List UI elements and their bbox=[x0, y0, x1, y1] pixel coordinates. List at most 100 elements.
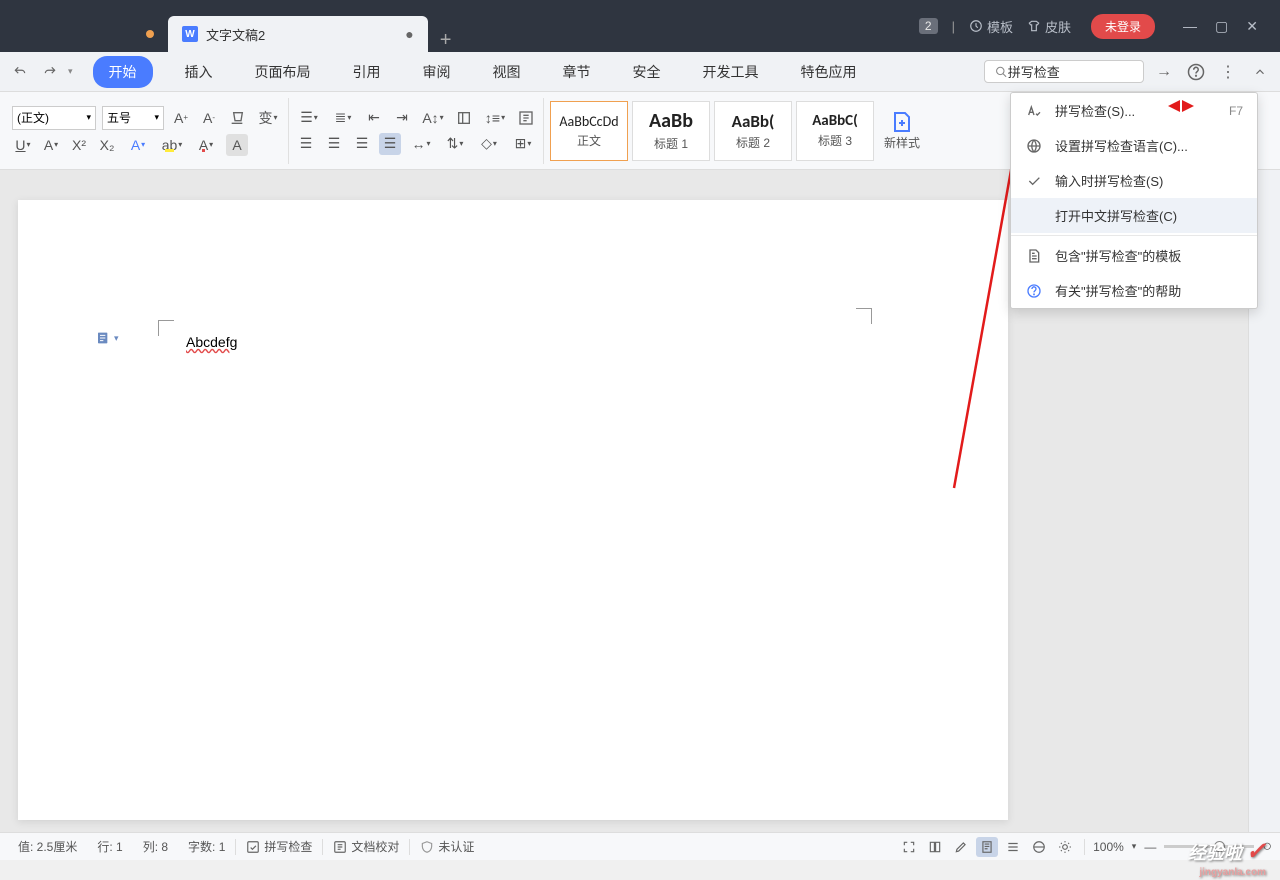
watermark: 经验啦 ✓ jingyanla.com bbox=[1188, 837, 1266, 866]
menu-tab-security[interactable]: 安全 bbox=[623, 56, 671, 88]
style-heading2[interactable]: AaBb( 标题 2 bbox=[714, 101, 792, 161]
tab-close-icon[interactable]: ● bbox=[405, 26, 413, 42]
close-window-icon[interactable]: ✕ bbox=[1246, 18, 1258, 35]
doc-control-icon[interactable]: ▾ bbox=[96, 330, 119, 346]
superscript-icon[interactable]: X² bbox=[68, 134, 90, 156]
status-row[interactable]: 行: 1 bbox=[87, 838, 132, 855]
dd-help[interactable]: 有关"拼写检查"的帮助 bbox=[1011, 273, 1257, 308]
subscript-icon[interactable]: X₂ bbox=[96, 134, 118, 156]
spellcheck-icon bbox=[1025, 103, 1043, 119]
search-box[interactable] bbox=[984, 60, 1144, 83]
web-view-icon[interactable] bbox=[1028, 837, 1050, 857]
status-spellcheck[interactable]: 拼写检查 bbox=[236, 838, 322, 855]
numbering-icon[interactable]: ≣▾ bbox=[329, 107, 357, 129]
zoom-percent[interactable]: 100% bbox=[1093, 840, 1124, 854]
grow-font-icon[interactable]: A+ bbox=[170, 107, 192, 129]
shading-icon[interactable]: ◇▾ bbox=[475, 133, 503, 155]
dd-set-language[interactable]: 设置拼写检查语言(C)... bbox=[1011, 128, 1257, 163]
menu-tab-developer[interactable]: 开发工具 bbox=[693, 56, 769, 88]
align-right-icon[interactable]: ☰ bbox=[351, 133, 373, 155]
status-position[interactable]: 值: 2.5厘米 bbox=[8, 838, 87, 855]
shrink-font-icon[interactable]: A- bbox=[198, 107, 220, 129]
status-chars[interactable]: 字数: 1 bbox=[178, 838, 235, 855]
menu-tab-references[interactable]: 引用 bbox=[343, 56, 391, 88]
notification-badge[interactable]: 2 bbox=[919, 18, 938, 34]
strikethrough-icon[interactable]: A▾ bbox=[40, 134, 62, 156]
arrow-heads-icon bbox=[1166, 100, 1194, 112]
phonetic-guide-icon[interactable]: 变▾ bbox=[254, 107, 282, 129]
outline-view-icon[interactable] bbox=[1002, 837, 1024, 857]
align-justify-icon[interactable]: ☰ bbox=[379, 133, 401, 155]
borders-icon[interactable]: ⊞▾ bbox=[509, 133, 537, 155]
document-text[interactable]: Abcdefg bbox=[186, 334, 237, 351]
underline-icon[interactable]: U▾ bbox=[12, 134, 34, 156]
menu-right: → ⋮ bbox=[984, 60, 1272, 84]
menu-tab-section[interactable]: 章节 bbox=[553, 56, 601, 88]
menu-tab-review[interactable]: 审阅 bbox=[413, 56, 461, 88]
quick-access: ▾ bbox=[8, 60, 73, 84]
edit-view-icon[interactable] bbox=[950, 837, 972, 857]
fullscreen-icon[interactable] bbox=[898, 837, 920, 857]
tab-document[interactable]: W 文字文稿2 ● bbox=[168, 16, 428, 52]
template-link[interactable]: 模板 bbox=[969, 17, 1013, 36]
more-icon[interactable]: ⋮ bbox=[1216, 60, 1240, 84]
style-heading3[interactable]: AaBbC( 标题 3 bbox=[796, 101, 874, 161]
show-marks-icon[interactable] bbox=[515, 107, 537, 129]
tab-home[interactable] bbox=[0, 16, 168, 52]
line-spacing-icon[interactable]: ↕≡▾ bbox=[481, 107, 509, 129]
document-tabs: W 文字文稿2 ● + bbox=[0, 0, 463, 52]
menu-tab-layout[interactable]: 页面布局 bbox=[245, 56, 321, 88]
style-heading1[interactable]: AaBb 标题 1 bbox=[632, 101, 710, 161]
menu-tab-insert[interactable]: 插入 bbox=[175, 56, 223, 88]
highlight-icon[interactable]: ab▾ bbox=[158, 134, 186, 156]
dd-templates[interactable]: 包含"拼写检查"的模板 bbox=[1011, 238, 1257, 273]
login-button[interactable]: 未登录 bbox=[1091, 14, 1155, 39]
search-go-icon[interactable]: → bbox=[1152, 60, 1176, 84]
increase-indent-icon[interactable]: ⇥ bbox=[391, 107, 413, 129]
distribute-icon[interactable]: ↔▾ bbox=[407, 133, 435, 155]
status-proofing[interactable]: 文档校对 bbox=[323, 838, 409, 855]
zoom-out-icon[interactable]: ― bbox=[1144, 840, 1156, 854]
page-view-icon[interactable] bbox=[976, 837, 998, 857]
new-tab-button[interactable]: + bbox=[428, 29, 464, 52]
help-icon[interactable] bbox=[1184, 60, 1208, 84]
menu-tab-start[interactable]: 开始 bbox=[93, 56, 153, 88]
font-color-icon[interactable]: A▾ bbox=[192, 134, 220, 156]
status-cert[interactable]: 未认证 bbox=[410, 838, 484, 855]
clear-format-icon[interactable] bbox=[226, 107, 248, 129]
redo-icon[interactable] bbox=[38, 60, 62, 84]
char-shading-icon[interactable]: A bbox=[226, 134, 248, 156]
search-input[interactable] bbox=[1008, 64, 1133, 79]
align-left-icon[interactable]: ☰ bbox=[295, 133, 317, 155]
page[interactable]: ▾ Abcdefg bbox=[18, 200, 1008, 820]
menu-tab-view[interactable]: 视图 bbox=[483, 56, 531, 88]
status-col[interactable]: 列: 8 bbox=[133, 838, 178, 855]
unsaved-dot-icon bbox=[146, 30, 154, 38]
search-dropdown: 拼写检查(S)... F7 设置拼写检查语言(C)... 输入时拼写检查(S) … bbox=[1010, 92, 1258, 309]
new-style-button[interactable]: 新样式 bbox=[878, 110, 926, 151]
undo-icon[interactable] bbox=[8, 60, 32, 84]
collapse-ribbon-icon[interactable] bbox=[1248, 60, 1272, 84]
dd-open-chinese-spellcheck[interactable]: 打开中文拼写检查(C) bbox=[1011, 198, 1257, 233]
font-size-select[interactable]: 五号▾ bbox=[102, 106, 164, 130]
decrease-indent-icon[interactable]: ⇤ bbox=[363, 107, 385, 129]
skin-link[interactable]: 皮肤 bbox=[1027, 17, 1071, 36]
reading-view-icon[interactable] bbox=[924, 837, 946, 857]
minimize-icon[interactable]: ― bbox=[1183, 18, 1197, 35]
text-effect-icon[interactable]: A▾ bbox=[124, 134, 152, 156]
dd-check-while-typing[interactable]: 输入时拼写检查(S) bbox=[1011, 163, 1257, 198]
dropdown-separator bbox=[1011, 235, 1257, 236]
dd-spellcheck[interactable]: 拼写检查(S)... F7 bbox=[1011, 93, 1257, 128]
bullets-icon[interactable]: ☰▾ bbox=[295, 107, 323, 129]
maximize-icon[interactable]: ▢ bbox=[1215, 18, 1228, 35]
font-name-select[interactable]: (正文)▾ bbox=[12, 106, 96, 130]
ribbon-font-group: (正文)▾ 五号▾ A+ A- 变▾ U▾ A▾ X² X₂ A▾ ab▾ A▾… bbox=[6, 98, 289, 164]
asian-layout-icon[interactable] bbox=[453, 107, 475, 129]
menu-tab-special[interactable]: 特色应用 bbox=[791, 56, 867, 88]
eye-protect-icon[interactable] bbox=[1054, 837, 1076, 857]
text-direction-icon[interactable]: A↕▾ bbox=[419, 107, 447, 129]
align-center-icon[interactable]: ☰ bbox=[323, 133, 345, 155]
para-spacing-icon[interactable]: ⇅▾ bbox=[441, 133, 469, 155]
style-normal[interactable]: AaBbCcDd 正文 bbox=[550, 101, 628, 161]
shirt-icon bbox=[1027, 19, 1041, 33]
